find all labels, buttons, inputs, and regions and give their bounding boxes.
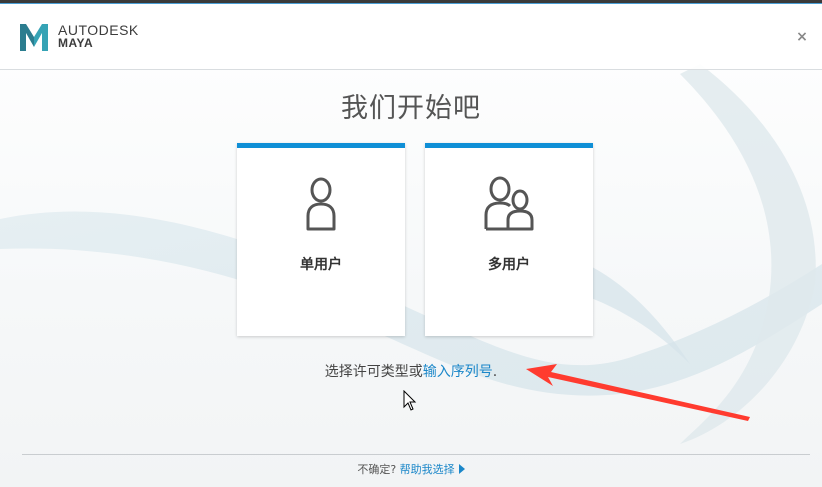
footer: 不确定? 帮助我选择 (0, 461, 822, 477)
single-user-icon (306, 177, 336, 231)
help-me-choose-link[interactable]: 帮助我选择 (400, 463, 465, 476)
unsure-text: 不确定? (357, 463, 397, 476)
mouse-cursor-icon (403, 390, 417, 411)
prompt-end: . (492, 364, 498, 380)
help-link-label: 帮助我选择 (399, 463, 455, 476)
prompt-text: 选择许可类型或 (324, 364, 423, 380)
header-bar: AUTODESK MAYA × (0, 4, 822, 70)
multi-user-icon (484, 176, 534, 231)
enter-serial-link[interactable]: 输入序列号 (423, 364, 493, 380)
single-user-card[interactable]: 单用户 (237, 143, 405, 336)
license-dialog: AUTODESK MAYA × 我们开始吧 单用户 多用户 选择许可类型或输入序… (0, 3, 822, 487)
multi-user-label: 多用户 (488, 257, 530, 273)
autodesk-maya-logo: AUTODESK MAYA (18, 21, 139, 53)
multi-user-card[interactable]: 多用户 (425, 143, 593, 336)
page-title: 我们开始吧 (341, 93, 481, 124)
close-button[interactable]: × (794, 29, 810, 45)
license-prompt: 选择许可类型或输入序列号. (0, 361, 822, 381)
single-user-label: 单用户 (300, 257, 342, 273)
product-name: MAYA (58, 36, 94, 50)
maya-m-logo-icon (20, 24, 48, 51)
close-icon: × (796, 29, 808, 45)
footer-divider (22, 454, 810, 455)
background-swirl-decoration (0, 64, 822, 444)
play-triangle-icon (458, 464, 465, 474)
